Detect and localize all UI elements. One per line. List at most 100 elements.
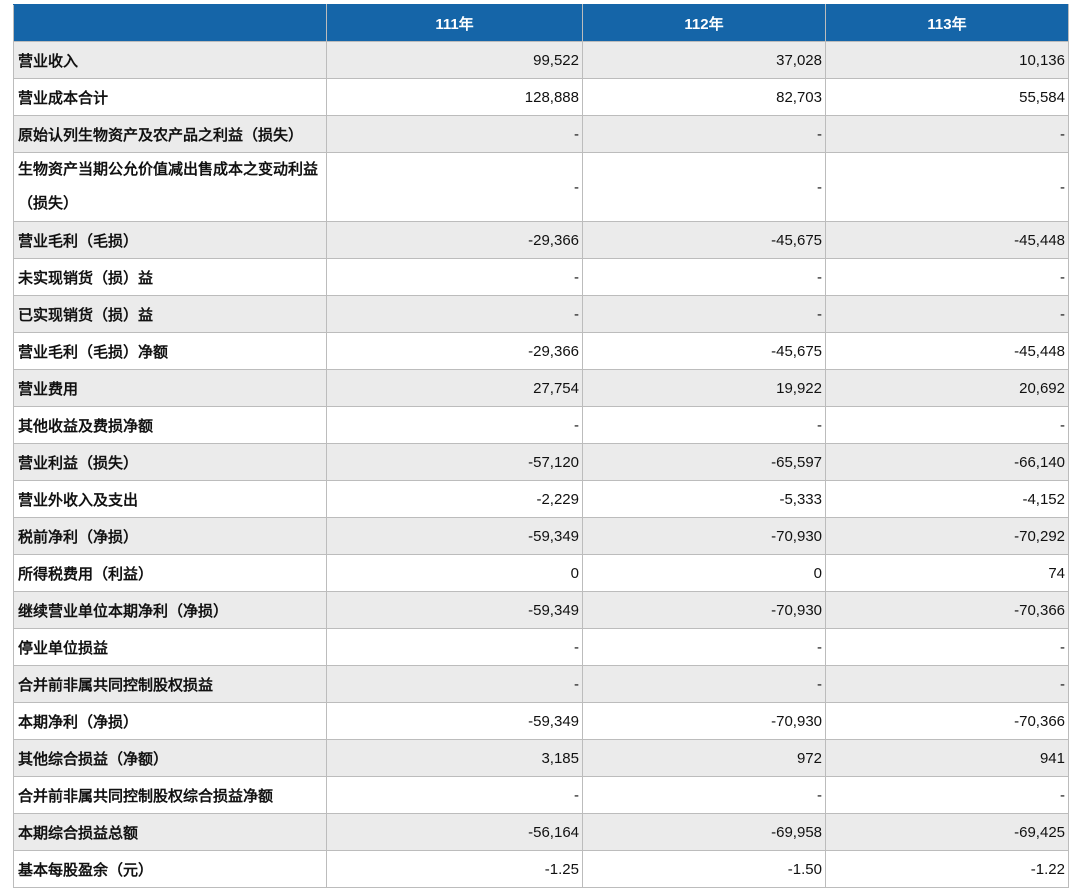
cell-year-112: -65,597 [582,443,826,481]
row-label: 合并前非属共同控制股权综合损益净额 [13,776,327,814]
row-label: 营业毛利（毛损）净额 [13,332,327,370]
table-row: 营业外收入及支出 -2,229 -5,333 -4,152 [13,480,1069,518]
cell-year-113: - [825,258,1069,296]
cell-year-112: -45,675 [582,332,826,370]
cell-year-111: - [326,776,583,814]
cell-year-113: - [825,665,1069,703]
cell-year-113: - [825,406,1069,444]
table-row: 其他收益及费损净额 - - - [13,406,1069,444]
cell-year-112: - [582,152,826,222]
table-row: 生物资产当期公允价值减出售成本之变动利益（损失） - - - [13,152,1069,222]
row-label: 营业费用 [13,369,327,407]
table-row: 未实现销货（损）益 - - - [13,258,1069,296]
cell-year-112: - [582,295,826,333]
cell-year-113: 55,584 [825,78,1069,116]
cell-year-112: -5,333 [582,480,826,518]
cell-year-112: -69,958 [582,813,826,851]
header-year-112: 112年 [582,4,826,42]
cell-year-113: 941 [825,739,1069,777]
row-label: 营业外收入及支出 [13,480,327,518]
cell-year-111: - [326,152,583,222]
cell-year-113: -70,292 [825,517,1069,555]
cell-year-113: - [825,776,1069,814]
table-row: 合并前非属共同控制股权综合损益净额 - - - [13,776,1069,814]
table-row: 营业利益（损失） -57,120 -65,597 -66,140 [13,443,1069,481]
table-body: 营业收入 99,522 37,028 10,136 营业成本合计 128,888… [13,41,1069,888]
income-statement-container: 111年 112年 113年 营业收入 99,522 37,028 10,136… [13,4,1069,888]
table-row: 原始认列生物资产及农产品之利益（损失） - - - [13,115,1069,153]
cell-year-111: - [326,665,583,703]
row-label: 其他收益及费损净额 [13,406,327,444]
row-label: 本期净利（净损） [13,702,327,740]
cell-year-112: 37,028 [582,41,826,79]
cell-year-113: 74 [825,554,1069,592]
row-label: 营业利益（损失） [13,443,327,481]
cell-year-112: 0 [582,554,826,592]
table-row: 营业毛利（毛损）净额 -29,366 -45,675 -45,448 [13,332,1069,370]
cell-year-111: 99,522 [326,41,583,79]
row-label: 税前净利（净损） [13,517,327,555]
table-row: 营业收入 99,522 37,028 10,136 [13,41,1069,79]
cell-year-112: - [582,628,826,666]
row-label: 营业成本合计 [13,78,327,116]
cell-year-113: - [825,628,1069,666]
row-label: 生物资产当期公允价值减出售成本之变动利益（损失） [13,152,327,222]
row-label: 原始认列生物资产及农产品之利益（损失） [13,115,327,153]
cell-year-113: 20,692 [825,369,1069,407]
cell-year-111: - [326,406,583,444]
cell-year-111: -29,366 [326,332,583,370]
cell-year-113: -1.22 [825,850,1069,888]
row-label: 继续营业单位本期净利（净损） [13,591,327,629]
cell-year-113: -66,140 [825,443,1069,481]
row-label: 未实现销货（损）益 [13,258,327,296]
cell-year-111: - [326,295,583,333]
cell-year-113: - [825,295,1069,333]
table-row: 合并前非属共同控制股权损益 - - - [13,665,1069,703]
cell-year-113: -70,366 [825,591,1069,629]
table-row: 营业成本合计 128,888 82,703 55,584 [13,78,1069,116]
cell-year-112: -70,930 [582,702,826,740]
cell-year-111: -59,349 [326,591,583,629]
cell-year-111: -2,229 [326,480,583,518]
table-row: 税前净利（净损） -59,349 -70,930 -70,292 [13,517,1069,555]
table-row: 本期综合损益总额 -56,164 -69,958 -69,425 [13,813,1069,851]
table-row: 所得税费用（利益） 0 0 74 [13,554,1069,592]
table-row: 继续营业单位本期净利（净损） -59,349 -70,930 -70,366 [13,591,1069,629]
cell-year-111: -59,349 [326,517,583,555]
row-label: 本期综合损益总额 [13,813,327,851]
header-year-111: 111年 [326,4,583,42]
cell-year-112: -70,930 [582,517,826,555]
cell-year-111: 3,185 [326,739,583,777]
cell-year-111: - [326,628,583,666]
cell-year-111: - [326,115,583,153]
cell-year-111: -59,349 [326,702,583,740]
cell-year-112: -1.50 [582,850,826,888]
row-label: 已实现销货（损）益 [13,295,327,333]
cell-year-112: - [582,406,826,444]
cell-year-113: - [825,152,1069,222]
cell-year-111: -56,164 [326,813,583,851]
cell-year-112: - [582,258,826,296]
cell-year-111: - [326,258,583,296]
cell-year-112: -70,930 [582,591,826,629]
cell-year-111: -29,366 [326,221,583,259]
cell-year-113: -45,448 [825,332,1069,370]
cell-year-113: -45,448 [825,221,1069,259]
table-row: 已实现销货（损）益 - - - [13,295,1069,333]
cell-year-111: -1.25 [326,850,583,888]
header-label-column [13,4,327,42]
table-row: 本期净利（净损） -59,349 -70,930 -70,366 [13,702,1069,740]
table-header-row: 111年 112年 113年 [13,4,1069,42]
cell-year-113: -69,425 [825,813,1069,851]
cell-year-111: 0 [326,554,583,592]
cell-year-113: - [825,115,1069,153]
table-row: 其他综合损益（净额） 3,185 972 941 [13,739,1069,777]
cell-year-113: -4,152 [825,480,1069,518]
row-label: 其他综合损益（净额） [13,739,327,777]
table-row: 营业费用 27,754 19,922 20,692 [13,369,1069,407]
cell-year-111: 128,888 [326,78,583,116]
table-row: 基本每股盈余（元） -1.25 -1.50 -1.22 [13,850,1069,888]
row-label: 合并前非属共同控制股权损益 [13,665,327,703]
cell-year-113: 10,136 [825,41,1069,79]
cell-year-112: - [582,776,826,814]
